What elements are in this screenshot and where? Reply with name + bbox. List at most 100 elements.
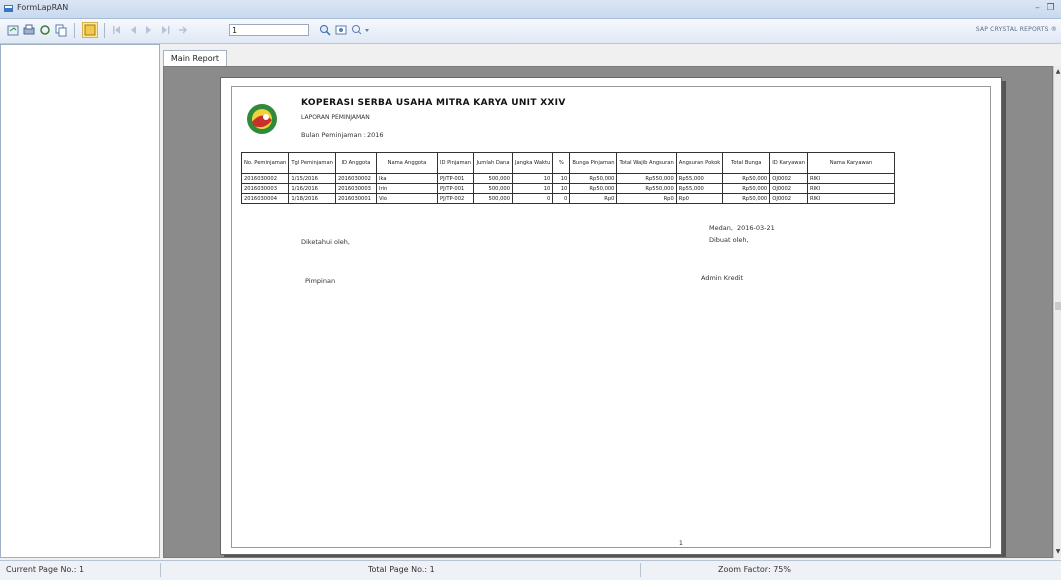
refresh-icon[interactable] (38, 23, 52, 37)
cell: PJ/TP-002 (436, 193, 475, 204)
cell: 1/18/2016 (288, 193, 336, 204)
made-by-label: Dibuat oleh, (709, 236, 749, 244)
cell: OJ0002 (769, 173, 809, 184)
cell: RIKI (807, 193, 896, 204)
cell: Rp550,000 (616, 183, 677, 194)
print-icon[interactable] (22, 23, 36, 37)
restore-icon[interactable]: ❐ (1045, 3, 1056, 14)
export-icon[interactable] (6, 23, 20, 37)
scroll-thumb[interactable] (1055, 302, 1061, 310)
col-header: ID Pinjaman (436, 152, 475, 174)
cell: Rp50,000 (722, 183, 771, 194)
window-title: FormLapRAN (17, 3, 69, 12)
cell: RIKI (807, 173, 896, 184)
cell: PJ/TP-001 (436, 173, 475, 184)
cell: Rp550,000 (616, 173, 677, 184)
col-header: Total Wajib Angsuran (616, 152, 677, 174)
cell: 2016030003 (334, 183, 377, 194)
tab-main-report[interactable]: Main Report (163, 50, 227, 66)
goto-page-icon[interactable] (176, 23, 190, 37)
app-icon (4, 5, 13, 12)
cell: 10 (511, 183, 554, 194)
first-page-icon[interactable] (110, 23, 124, 37)
signer-left: Pimpinan (305, 277, 336, 285)
col-header: ID Anggota (334, 152, 377, 174)
cell: 2016030004 (240, 193, 290, 204)
report-page: KOPERASI SERBA USAHA MITRA KARYA UNIT XX… (220, 77, 1002, 555)
cell: Rp0 (569, 193, 618, 204)
col-header: No. Peminjaman (240, 152, 290, 174)
table-row: 2016030002 1/15/2016 2016030002 Ika PJ/T… (240, 173, 896, 184)
col-header: Total Bunga (722, 152, 771, 174)
cell: 2016030001 (334, 193, 377, 204)
col-header: ID Karyawan (769, 152, 809, 174)
report-toolbar: 1 SAP CRYSTAL REPORTS ® (0, 19, 1061, 44)
cell: 500,000 (473, 193, 513, 204)
cell: Irin (375, 183, 438, 194)
zoom-dropdown-icon[interactable] (350, 23, 372, 37)
known-by-label: Diketahui oleh, (301, 238, 350, 246)
copy-icon[interactable] (54, 23, 68, 37)
cell: Ika (375, 173, 438, 184)
group-tree-panel[interactable] (0, 44, 160, 558)
cell: Rp50,000 (722, 193, 771, 204)
cell: OJ0002 (769, 193, 809, 204)
page-number-input[interactable]: 1 (229, 24, 309, 36)
period-value: 2016 (367, 131, 384, 139)
cell: 1/16/2016 (288, 183, 336, 194)
cell: Rp50,000 (569, 183, 618, 194)
previous-page-icon[interactable] (126, 23, 140, 37)
status-bar: Current Page No.: 1 Total Page No.: 1 Zo… (0, 560, 1061, 580)
minimize-icon[interactable]: – (1032, 3, 1043, 14)
col-header: Jumlah Dana (473, 152, 513, 174)
col-header: Nama Karyawan (807, 152, 896, 174)
title-bar: FormLapRAN – ❐ (0, 0, 1061, 19)
cell: 10 (552, 183, 571, 194)
cell: 0 (552, 193, 571, 204)
zoom-status: Zoom Factor: 75% (718, 565, 791, 574)
current-page-status: Current Page No.: 1 (6, 565, 85, 574)
col-header: Bunga Pinjaman (569, 152, 618, 174)
print-date: 2016-03-21 (737, 224, 775, 232)
toggle-group-tree-icon[interactable] (82, 22, 98, 38)
cell: OJ0002 (769, 183, 809, 194)
scroll-down-icon[interactable]: ▼ (1054, 548, 1061, 556)
cell: Rp50,000 (722, 173, 771, 184)
report-subtitle: LAPORAN PEMINJAMAN (301, 114, 370, 121)
table-row: 2016030004 1/18/2016 2016030001 Vio PJ/T… (240, 193, 896, 204)
cell: Rp50,000 (569, 173, 618, 184)
col-header: Jangka Waktu (511, 152, 554, 174)
col-header: Nama Anggota (375, 152, 438, 174)
zoom-icon[interactable] (334, 23, 348, 37)
last-page-icon[interactable] (158, 23, 172, 37)
cell: Rp0 (675, 193, 724, 204)
brand-label: SAP CRYSTAL REPORTS ® (975, 26, 1057, 33)
vertical-scrollbar[interactable]: ▲ ▼ (1053, 66, 1061, 558)
place-label: Medan, (709, 224, 733, 232)
report-title: KOPERASI SERBA USAHA MITRA KARYA UNIT XX… (301, 98, 566, 108)
cell: 2016030002 (334, 173, 377, 184)
cell: Rp0 (616, 193, 677, 204)
signer-right: Admin Kredit (701, 274, 744, 282)
table-header-row: No. Peminjaman Tgl Peminjaman ID Anggota… (240, 152, 896, 174)
col-header: % (552, 152, 571, 174)
tab-strip: Main Report (163, 50, 1061, 67)
next-page-icon[interactable] (142, 23, 156, 37)
col-header: Angsuran Pokok (675, 152, 724, 174)
cell: 1/15/2016 (288, 173, 336, 184)
cell: 500,000 (473, 173, 513, 184)
cell: 500,000 (473, 183, 513, 194)
cell: Rp55,000 (675, 173, 724, 184)
cell: PJ/TP-001 (436, 183, 475, 194)
cell: 10 (552, 173, 571, 184)
loan-table: No. Peminjaman Tgl Peminjaman ID Anggota… (240, 152, 896, 204)
total-page-status: Total Page No.: 1 (368, 565, 435, 574)
find-icon[interactable] (318, 23, 332, 37)
scroll-up-icon[interactable]: ▲ (1054, 68, 1061, 76)
cell: 10 (511, 173, 554, 184)
cell: Rp55,000 (675, 183, 724, 194)
page-number: 1 (679, 540, 683, 547)
cell: 0 (511, 193, 554, 204)
col-header: Tgl Peminjaman (288, 152, 336, 174)
cell: 2016030003 (240, 183, 290, 194)
